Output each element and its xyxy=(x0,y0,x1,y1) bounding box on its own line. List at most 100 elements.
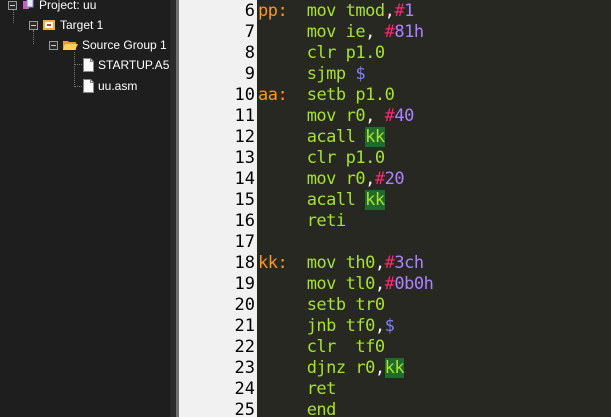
line-number: 18 xyxy=(234,253,255,273)
code-token: tr0 xyxy=(355,295,385,315)
project-icon xyxy=(23,0,34,9)
code-token: ret xyxy=(306,379,337,399)
line-number: 20 xyxy=(234,295,255,315)
code-line: mov r0,#20 xyxy=(258,169,405,190)
code-token: sjmp xyxy=(306,64,346,84)
code-token: r0 xyxy=(355,358,375,378)
file-label: uu.asm xyxy=(98,79,138,93)
code-token: tf0 xyxy=(355,337,385,357)
code-line: mov ie, #81h xyxy=(258,22,424,43)
code-token: kk: xyxy=(258,253,288,273)
code-token: acall xyxy=(306,190,356,210)
code-line: acall kk xyxy=(258,127,385,148)
code-token: mov xyxy=(306,274,337,294)
code-token: kk xyxy=(384,358,405,378)
line-number: 13 xyxy=(234,148,255,168)
code-token: , xyxy=(384,1,395,21)
code-token: , xyxy=(365,169,375,189)
code-token: r0 xyxy=(345,106,366,126)
tree-node-project[interactable]: Project: uu xyxy=(8,0,96,14)
line-number: 19 xyxy=(234,274,255,294)
code-token: djnz xyxy=(306,358,346,378)
code-line: setb tr0 xyxy=(258,295,385,316)
tree-node-target[interactable]: Target 1 xyxy=(29,16,103,34)
tree-node-file[interactable]: uu.asm xyxy=(83,77,137,95)
code-token: p1.0 xyxy=(355,85,395,105)
collapse-toggle-source-group[interactable] xyxy=(49,40,58,50)
collapse-toggle-target[interactable] xyxy=(29,20,38,30)
code-token: # xyxy=(384,106,395,126)
line-number: 24 xyxy=(234,379,255,399)
line-number: 22 xyxy=(234,337,255,357)
code-token: th0 xyxy=(345,253,376,273)
code-token: clr xyxy=(306,148,337,168)
code-token: mov xyxy=(306,169,337,189)
code-token: , xyxy=(374,274,385,294)
code-token: , xyxy=(365,106,385,126)
code-token: , xyxy=(374,358,385,378)
code-line: djnz r0,kk xyxy=(258,358,405,379)
code-line: acall kk xyxy=(258,190,385,211)
code-token: $ xyxy=(355,64,366,84)
code-line: sjmp $ xyxy=(258,64,366,85)
code-token: tl0 xyxy=(345,274,376,294)
code-line: mov tl0,#0b0h xyxy=(258,274,434,295)
code-token: # xyxy=(384,22,395,42)
line-number: 21 xyxy=(234,316,255,336)
code-token: # xyxy=(394,1,405,21)
line-number: 9 xyxy=(244,64,255,84)
code-token: tf0 xyxy=(345,316,376,336)
code-token: mov xyxy=(306,106,337,126)
code-token: # xyxy=(384,274,395,294)
line-number: 14 xyxy=(234,169,255,189)
line-number: 23 xyxy=(234,358,255,378)
code-line: aa: setb p1.0 xyxy=(258,85,395,106)
code-token: , xyxy=(374,253,385,273)
line-number: 6 xyxy=(244,1,255,21)
code-token: tmod xyxy=(345,1,385,21)
code-token: 0b0h xyxy=(394,274,434,294)
tree-node-file[interactable]: STARTUP.A51 xyxy=(83,56,170,74)
code-line: pp: mov tmod,#1 xyxy=(258,1,414,22)
code-token: mov xyxy=(306,1,337,21)
code-token: , xyxy=(365,22,385,42)
code-token: 20 xyxy=(384,169,405,189)
code-token: acall xyxy=(306,127,356,147)
code-token: aa: xyxy=(258,85,288,105)
tree-node-source-group[interactable]: Source Group 1 xyxy=(49,36,167,54)
code-editor[interactable]: pp: mov tmod,#1 mov ie, #81h clr p1.0 sj… xyxy=(257,0,611,417)
line-number: 12 xyxy=(234,127,255,147)
code-line: kk: mov th0,#3ch xyxy=(258,253,424,274)
code-token: , xyxy=(374,316,385,336)
project-tree-panel: Project: uu Target 1 Source Group 1 STAR… xyxy=(0,0,170,417)
code-token: # xyxy=(374,169,385,189)
line-number-gutter: 6 7 8 9 10 11 12 13 14 15 16 17 18 19 20 21 22 23 24 25 xyxy=(179,0,257,417)
code-token: kk xyxy=(365,127,385,147)
code-token: r0 xyxy=(345,169,366,189)
code-token: clr xyxy=(306,337,337,357)
code-line: ret xyxy=(258,379,337,400)
collapse-toggle-project[interactable] xyxy=(8,0,17,10)
code-token: 1 xyxy=(404,1,414,21)
